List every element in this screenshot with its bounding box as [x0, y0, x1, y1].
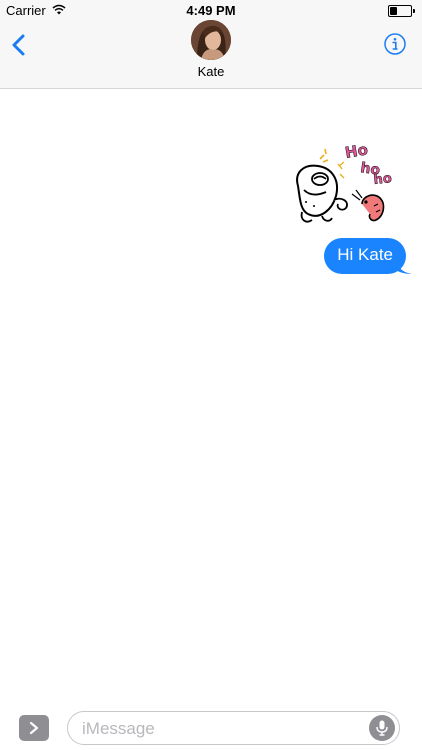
message-bubble-sent[interactable]: Hi Kate	[324, 238, 412, 274]
bubble-tail	[396, 260, 412, 274]
status-bar: Carrier 4:49 PM	[0, 0, 422, 22]
message-text: Hi Kate	[324, 238, 406, 274]
message-input[interactable]: iMessage	[67, 711, 400, 745]
sticker-text-3: ho	[373, 171, 393, 188]
laughing-cartoon-sticker[interactable]: Ho ho ho	[292, 140, 396, 232]
back-button[interactable]	[10, 34, 28, 56]
apps-expand-button[interactable]	[19, 715, 49, 741]
info-button[interactable]	[384, 33, 406, 55]
avatar-photo	[191, 20, 231, 60]
battery-level	[390, 7, 398, 15]
clock: 4:49 PM	[186, 3, 236, 18]
contact-name[interactable]: Kate	[0, 64, 422, 79]
microphone-icon	[376, 720, 388, 736]
info-icon	[384, 33, 406, 55]
chevron-right-icon	[29, 721, 39, 735]
chevron-left-icon	[12, 34, 25, 56]
sticker-text-1: Ho	[344, 142, 370, 162]
contact-avatar[interactable]	[191, 20, 231, 60]
dictation-button[interactable]	[369, 715, 395, 741]
battery-icon	[388, 5, 415, 17]
message-input-placeholder: iMessage	[82, 719, 155, 738]
